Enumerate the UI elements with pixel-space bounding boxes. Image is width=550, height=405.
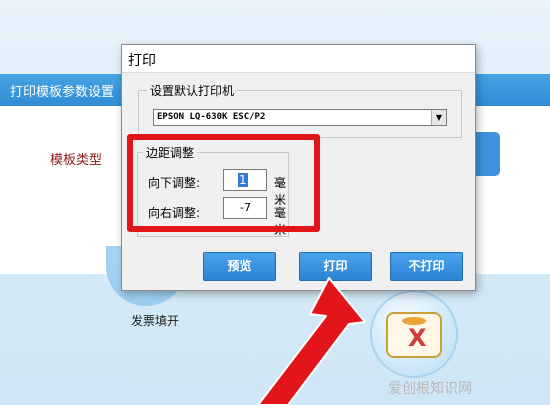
pointer-arrow-icon bbox=[257, 277, 366, 405]
